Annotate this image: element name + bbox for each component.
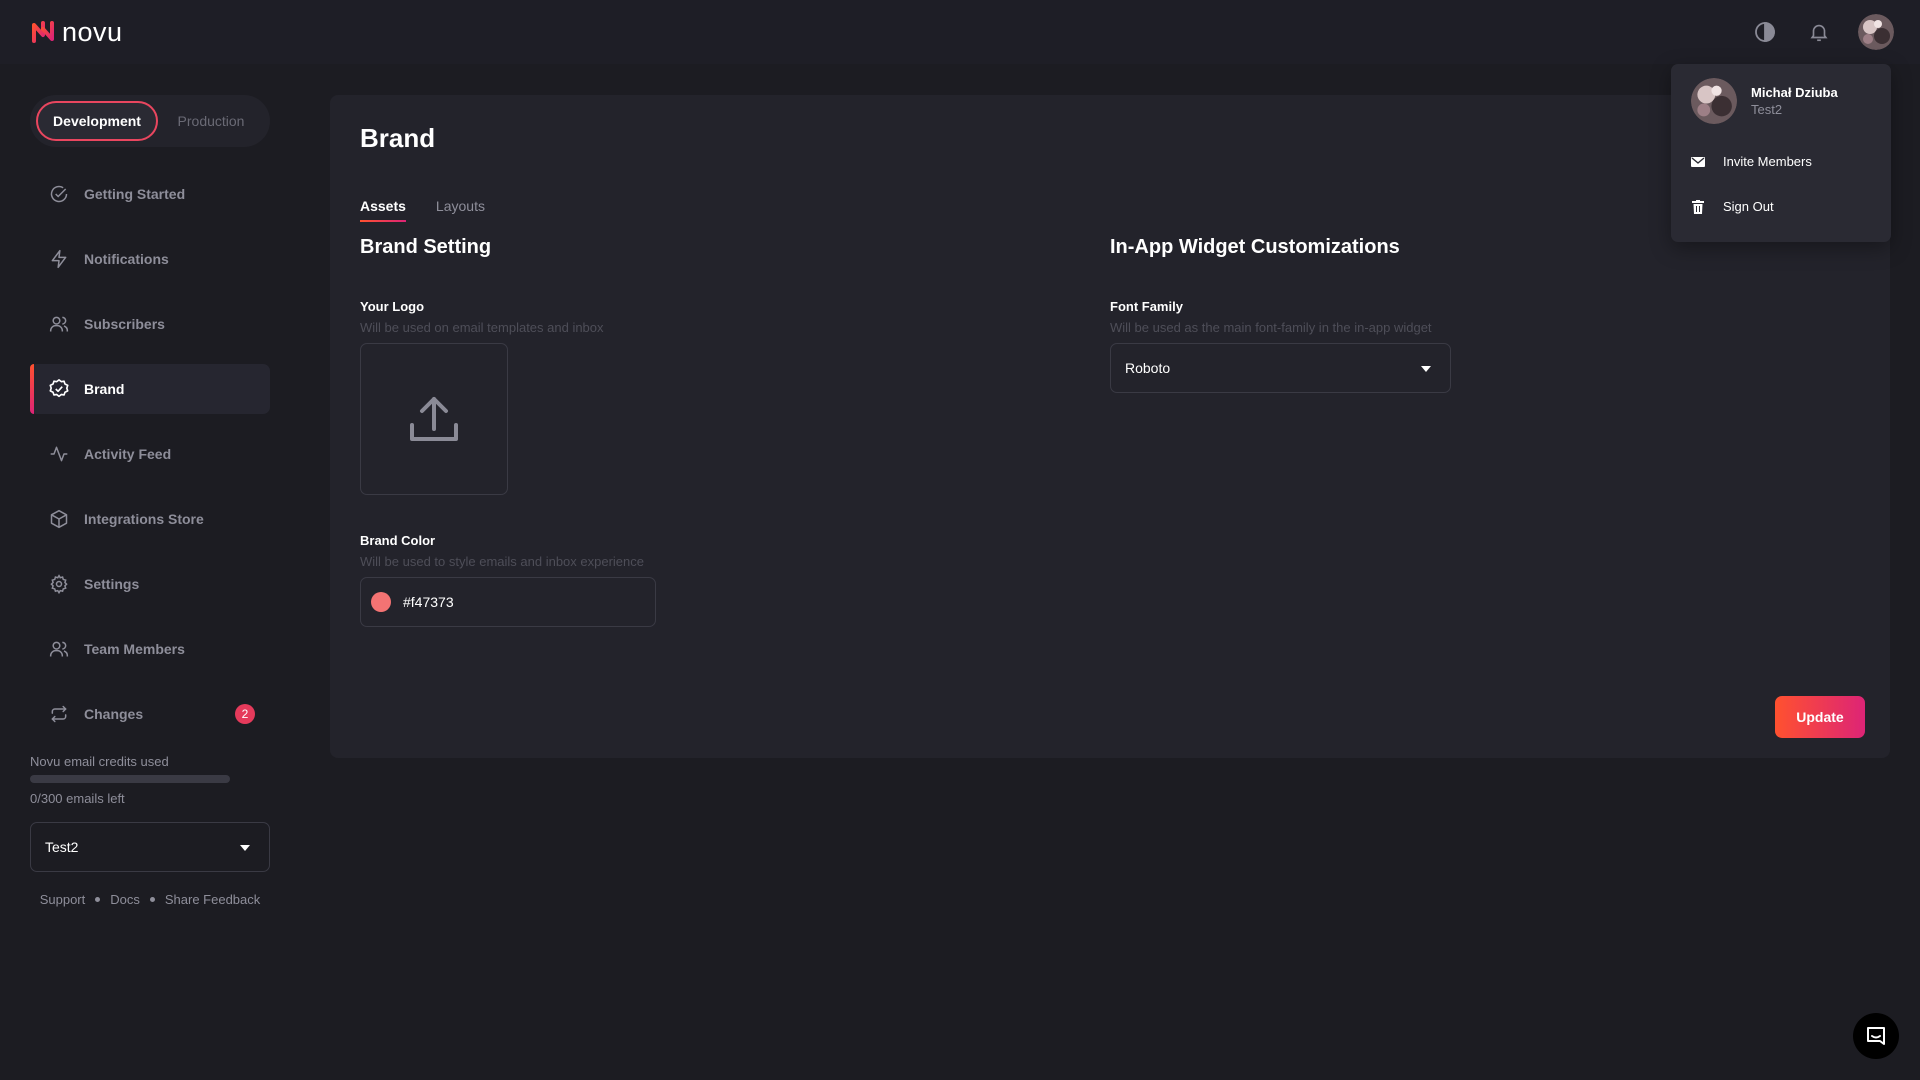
footer-links: Support Docs Share Feedback <box>30 892 270 907</box>
page-title: Brand <box>360 123 436 153</box>
sidebar-item-settings[interactable]: Settings <box>30 559 270 609</box>
brand-setting-title: Brand Setting <box>360 236 492 258</box>
user-info: Michał Dziuba Test2 <box>1691 78 1871 124</box>
update-button[interactable]: Update <box>1775 696 1865 738</box>
mail-icon <box>1691 155 1705 169</box>
logo-upload-dropzone[interactable] <box>360 343 508 495</box>
box-icon <box>48 508 70 530</box>
menu-item-label: Invite Members <box>1723 154 1812 169</box>
novu-logo-icon <box>32 21 54 43</box>
user-dropdown-menu: Michał Dziuba Test2 Invite Members Sign … <box>1671 64 1891 242</box>
chat-icon <box>1867 1027 1885 1045</box>
upload-icon <box>410 397 458 441</box>
avatar <box>1691 78 1737 124</box>
separator-dot <box>95 897 101 902</box>
logo-description: Will be used on email templates and inbo… <box>360 320 604 335</box>
brand-color-label: Brand Color <box>360 533 436 548</box>
brand-color-input[interactable]: #f47373 <box>360 577 656 627</box>
color-swatch[interactable] <box>371 592 391 612</box>
badge-check-icon <box>48 378 70 400</box>
sidebar-item-integrations-store[interactable]: Integrations Store <box>30 494 270 544</box>
check-circle-icon <box>48 183 70 205</box>
chat-support-button[interactable] <box>1853 1013 1899 1059</box>
users-icon <box>48 638 70 660</box>
font-family-description: Will be used as the main font-family in … <box>1110 320 1432 335</box>
sidebar-item-label: Brand <box>84 381 125 397</box>
env-development-button[interactable]: Development <box>36 101 158 141</box>
user-avatar-button[interactable] <box>1858 14 1894 50</box>
caret-down-icon <box>1420 360 1432 376</box>
sidebar-item-label: Subscribers <box>84 316 165 332</box>
user-name: Michał Dziuba <box>1751 85 1838 100</box>
gear-icon <box>48 573 70 595</box>
app-name: novu <box>62 16 123 47</box>
share-feedback-link[interactable]: Share Feedback <box>165 892 260 907</box>
novu-logo[interactable]: novu <box>30 17 123 48</box>
separator-dot <box>149 897 155 902</box>
sidebar-item-subscribers[interactable]: Subscribers <box>30 299 270 349</box>
environment-switch: Development Production <box>30 95 270 147</box>
support-link[interactable]: Support <box>40 892 86 907</box>
sign-out-menu-item[interactable]: Sign Out <box>1691 199 1871 214</box>
bolt-icon <box>48 248 70 270</box>
top-header: novu <box>0 0 1920 64</box>
sidebar-item-brand[interactable]: Brand <box>30 364 270 414</box>
sidebar-item-changes[interactable]: Changes 2 <box>30 689 270 739</box>
repeat-icon <box>48 703 70 725</box>
sidebar-item-label: Changes <box>84 706 144 722</box>
font-family-label: Font Family <box>1110 299 1183 314</box>
sidebar-item-label: Getting Started <box>84 186 186 202</box>
sidebar-item-getting-started[interactable]: Getting Started <box>30 169 270 219</box>
docs-link[interactable]: Docs <box>110 892 140 907</box>
tab-layouts[interactable]: Layouts <box>436 198 485 222</box>
users-icon <box>48 313 70 335</box>
sidebar-item-label: Team Members <box>84 641 185 657</box>
organization-select[interactable]: Test2 <box>30 822 270 872</box>
changes-count-badge: 2 <box>235 704 255 724</box>
caret-down-icon <box>239 839 251 855</box>
organization-name: Test2 <box>45 839 79 855</box>
logo-label: Your Logo <box>360 299 425 314</box>
menu-item-label: Sign Out <box>1723 199 1774 214</box>
credits-progress-bar <box>30 775 230 783</box>
sidebar-item-notifications[interactable]: Notifications <box>30 234 270 284</box>
env-production-button[interactable]: Production <box>158 101 264 141</box>
sidebar-nav: Getting Started Notifications Subscriber… <box>30 169 270 739</box>
brand-tabs: Assets Layouts <box>360 198 1860 222</box>
bell-icon[interactable] <box>1804 17 1834 47</box>
activity-icon <box>48 443 70 465</box>
sidebar-item-label: Settings <box>84 576 140 592</box>
trash-icon <box>1691 199 1705 214</box>
credits-left-text: 0/300 emails left <box>30 791 125 806</box>
invite-members-menu-item[interactable]: Invite Members <box>1691 154 1871 169</box>
widget-customization-section: In-App Widget Customizations Font Family… <box>1110 236 1860 627</box>
sidebar-item-activity-feed[interactable]: Activity Feed <box>30 429 270 479</box>
theme-toggle-icon[interactable] <box>1750 17 1780 47</box>
brand-color-description: Will be used to style emails and inbox e… <box>360 554 644 569</box>
user-organization: Test2 <box>1751 102 1783 117</box>
sidebar-item-label: Notifications <box>84 251 169 267</box>
email-credits: Novu email credits used 0/300 emails lef… <box>30 754 270 806</box>
brand-color-value: #f47373 <box>403 594 454 610</box>
font-family-value: Roboto <box>1125 360 1171 376</box>
tab-assets[interactable]: Assets <box>360 198 406 222</box>
sidebar-item-team-members[interactable]: Team Members <box>30 624 270 674</box>
font-family-select[interactable]: Roboto <box>1110 343 1451 393</box>
brand-setting-section: Brand Setting Your Logo Will be used on … <box>360 236 1110 627</box>
credits-label: Novu email credits used <box>30 754 169 769</box>
sidebar-item-label: Activity Feed <box>84 446 172 462</box>
sidebar-item-label: Integrations Store <box>84 511 204 527</box>
brand-page-card: Brand Assets Layouts Brand Setting Your … <box>330 95 1890 758</box>
sidebar: Development Production Getting Started N… <box>30 95 270 907</box>
